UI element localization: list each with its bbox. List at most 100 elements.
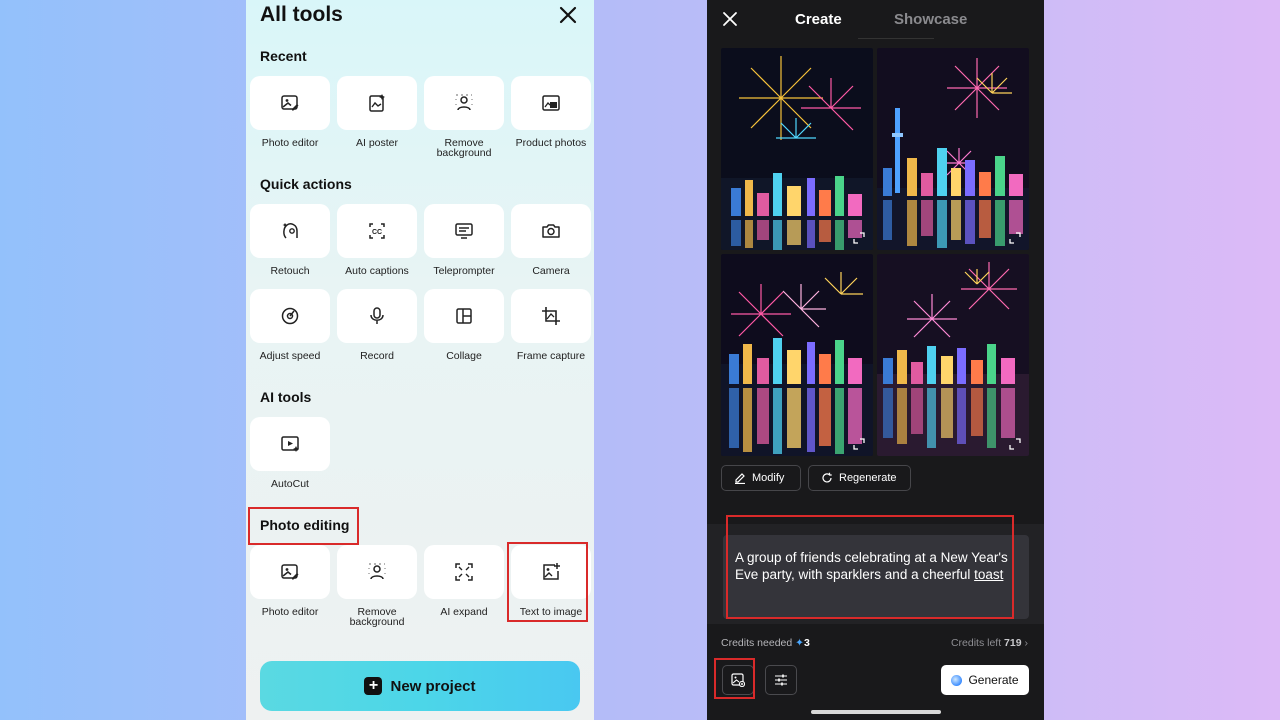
collage-icon (456, 308, 472, 324)
generated-image-4[interactable] (877, 254, 1029, 456)
tool-label: AI expand (440, 606, 488, 618)
tool-label: AutoCut (271, 478, 309, 490)
autocut-icon (281, 436, 299, 452)
svg-text:CC: CC (372, 229, 382, 236)
image-reference-button[interactable] (722, 665, 754, 695)
credits-needed-label: Credits needed (721, 637, 793, 649)
section-title-quick-actions: Quick actions (260, 176, 352, 192)
expand-icon[interactable] (853, 232, 865, 244)
tool-record[interactable]: Record (337, 289, 417, 361)
generated-image-3[interactable] (721, 254, 873, 456)
expand-icon (455, 563, 473, 581)
camera-icon (542, 224, 560, 238)
fireworks-image (721, 48, 873, 250)
microphone-icon (370, 307, 384, 324)
section-title-recent: Recent (260, 48, 307, 64)
tool-adjust-speed[interactable]: Adjust speed (250, 289, 330, 361)
modify-button[interactable]: Modify (721, 465, 801, 491)
tool-ai-poster[interactable]: AI poster (337, 76, 417, 148)
expand-icon[interactable] (853, 438, 865, 450)
tool-label: Photo editor (261, 137, 319, 149)
captions-icon: CC (369, 223, 385, 239)
remove-background-icon (368, 563, 386, 580)
tab-showcase[interactable]: Showcase (894, 11, 967, 28)
tool-label: Adjust speed (259, 350, 321, 362)
photo-edit-icon (281, 95, 299, 111)
tool-photo-editor-2[interactable]: Photo editor (250, 545, 330, 617)
chevron-right-icon: › (1024, 637, 1029, 649)
tool-ai-expand[interactable]: AI expand (424, 545, 504, 617)
plus-icon: + (364, 677, 383, 695)
settings-button[interactable] (765, 665, 797, 695)
product-photos-icon (542, 95, 560, 111)
fireworks-image (877, 48, 1029, 250)
regenerate-label: Regenerate (839, 472, 897, 484)
tool-label: AI poster (355, 137, 399, 149)
fireworks-image (877, 254, 1029, 456)
section-title-ai-tools: AI tools (260, 389, 312, 405)
page-title: All tools (260, 3, 343, 26)
tool-collage[interactable]: Collage (424, 289, 504, 361)
close-icon[interactable] (722, 11, 738, 27)
tool-label: Teleprompter (433, 265, 495, 277)
tool-autocut[interactable]: AutoCut (250, 417, 330, 489)
tool-label: Remove background (349, 606, 405, 628)
tool-retouch[interactable]: Retouch (250, 204, 330, 276)
tool-label: Collage (446, 350, 482, 362)
modify-label: Modify (752, 472, 785, 484)
tool-label: Frame capture (516, 350, 586, 362)
image-add-icon (731, 673, 745, 687)
all-tools-panel: All tools Recent Photo editor AI poster … (246, 0, 594, 720)
credit-star-icon: ✦ (795, 637, 804, 649)
tool-frame-capture[interactable]: Frame capture (511, 289, 591, 361)
prompt-text: A group of friends celebrating at a New … (735, 550, 1008, 582)
pencil-icon (735, 473, 745, 484)
credits-left[interactable]: Credits left 719 › (951, 637, 1028, 649)
tool-camera[interactable]: Camera (511, 204, 591, 276)
expand-icon[interactable] (1009, 232, 1021, 244)
photo-edit-icon (281, 564, 299, 580)
close-icon[interactable] (558, 5, 578, 25)
sliders-icon (775, 674, 787, 686)
generate-label: Generate (968, 673, 1019, 687)
regenerate-button[interactable]: Regenerate (808, 465, 911, 491)
credits-left-value: 719 (1004, 637, 1022, 649)
teleprompter-icon (455, 223, 473, 239)
tool-photo-editor[interactable]: Photo editor (250, 76, 330, 148)
tool-remove-background[interactable]: Remove background (424, 76, 504, 158)
tool-label: Record (360, 350, 394, 362)
tool-remove-background-2[interactable]: Remove background (337, 545, 417, 627)
tool-label: Text to image (519, 606, 583, 618)
tool-label: Camera (532, 265, 570, 277)
tool-text-to-image[interactable]: Text to image (511, 545, 591, 617)
credits-needed: Credits needed ✦3 (721, 637, 810, 649)
remove-background-icon (455, 94, 473, 111)
tool-label: Retouch (270, 265, 310, 277)
refresh-icon (822, 472, 832, 483)
speed-icon (281, 307, 299, 325)
ai-poster-icon (369, 94, 385, 112)
tab-create[interactable]: Create (795, 11, 842, 28)
new-project-button[interactable]: + New project (260, 661, 580, 711)
retouch-icon (282, 223, 298, 239)
tool-label: Photo editor (261, 606, 319, 618)
create-panel: Create Showcase Modify Regenerate A grou… (707, 0, 1044, 720)
new-project-label: New project (390, 677, 476, 695)
tool-product-photos[interactable]: Product photos (511, 76, 591, 148)
fireworks-image (721, 254, 873, 456)
generated-image-1[interactable] (721, 48, 873, 250)
generated-image-2[interactable] (877, 48, 1029, 250)
tool-label: Product photos (515, 137, 587, 149)
all-tools-header: All tools (260, 2, 580, 30)
tool-auto-captions[interactable]: CC Auto captions (337, 204, 417, 276)
prompt-text-underlined: toast (974, 567, 1004, 582)
prompt-input[interactable]: A group of friends celebrating at a New … (723, 535, 1029, 619)
expand-icon[interactable] (1009, 438, 1021, 450)
section-title-photo-editing: Photo editing (260, 517, 350, 533)
tool-teleprompter[interactable]: Teleprompter (424, 204, 504, 276)
home-indicator (811, 710, 941, 714)
tool-label: Remove background (436, 137, 492, 159)
generate-button[interactable]: Generate (941, 665, 1029, 695)
credits-needed-value: 3 (803, 637, 810, 649)
tab-divider (858, 38, 934, 39)
